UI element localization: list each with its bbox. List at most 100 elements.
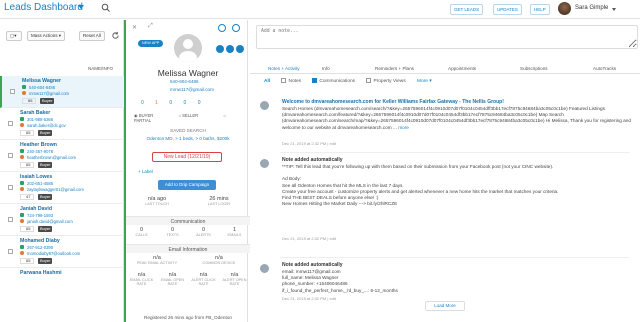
row-checkbox[interactable]: [10, 89, 15, 94]
lead-email[interactable]: sarah.baker@dc.gov: [27, 123, 66, 128]
avatar[interactable]: [558, 2, 571, 15]
filter-all[interactable]: All: [264, 79, 270, 84]
list-item: Welcome to dmvareahomesearch.com for Kel…: [256, 99, 636, 149]
stat-value[interactable]: 0: [169, 100, 172, 106]
filter-label: Communications: [319, 79, 356, 84]
communication-header: Communication: [126, 216, 250, 225]
phone-icon[interactable]: [226, 45, 234, 53]
tab-reminders[interactable]: Reminders + Plans: [375, 66, 414, 71]
chevron-down-icon[interactable]: [612, 8, 616, 11]
lead-phone[interactable]: 540-604-6486: [29, 85, 55, 90]
radio-seller[interactable]: ○ SELLER: [178, 113, 210, 118]
filter-communications[interactable]: Communications: [312, 78, 356, 84]
entry-meta[interactable]: Dec 21, 2019 at 2:32 PM | edit: [282, 296, 336, 301]
checkbox[interactable]: [312, 78, 318, 83]
lead-phone[interactable]: 301-988-5366: [27, 117, 53, 122]
edit-icon[interactable]: [216, 45, 224, 53]
checkbox[interactable]: [366, 78, 372, 83]
user-name[interactable]: Sara Gimple: [575, 5, 608, 11]
lead-status-dropdown[interactable]: New Lead (12/21/19): [152, 152, 222, 162]
email-icon[interactable]: [236, 45, 244, 53]
previous-lead-icon[interactable]: [218, 24, 226, 32]
saved-search-link[interactable]: Odenton MD, > 1 beds, > 0 baths, $200k: [126, 136, 250, 141]
emails-label: EMAILS: [227, 233, 242, 237]
lead-email[interactable]: mmw117@gmail.com: [170, 87, 214, 92]
entry-meta[interactable]: Dec 21, 2019 at 2:32 PM | edit: [282, 236, 336, 241]
add-label-link[interactable]: + Label: [138, 169, 153, 174]
filter-notes[interactable]: Notes: [281, 78, 301, 84]
lead-email[interactable]: janiah.david@gmail.com: [27, 219, 73, 224]
calls-label: CALLS: [135, 233, 148, 237]
select-all-dropdown[interactable]: ▢▾: [6, 31, 22, 41]
next-lead-icon[interactable]: [232, 24, 240, 32]
list-item[interactable]: Heather Brown 240-357-9078 heatherbrown@…: [0, 140, 124, 172]
tab-appointments[interactable]: Appointments: [448, 66, 476, 71]
stat-value[interactable]: 0: [198, 100, 201, 106]
column-header[interactable]: NAME/INFO: [0, 64, 124, 74]
search-icon[interactable]: [101, 3, 111, 13]
phone-icon: [22, 85, 26, 89]
more-link[interactable]: more: [398, 125, 409, 130]
filter-property-views[interactable]: Property Views: [366, 78, 406, 84]
row-checkbox[interactable]: [8, 185, 13, 190]
refresh-icon[interactable]: [111, 31, 120, 40]
add-note-input[interactable]: [256, 25, 638, 49]
lead-email[interactable]: momodiaby97@outlook.com: [27, 251, 80, 256]
lead-phone[interactable]: 240-357-9078: [27, 149, 53, 154]
load-more-button[interactable]: Load More: [425, 301, 465, 311]
entry-meta[interactable]: Dec 21, 2019 at 2:32 PM | edit: [282, 141, 336, 146]
close-icon[interactable]: ✕: [132, 24, 137, 31]
lead-name[interactable]: Melissa Wagner: [22, 78, 61, 84]
reset-all-button[interactable]: Reset All: [79, 31, 105, 41]
lead-score: 65: [20, 226, 34, 232]
lead-name[interactable]: Janiah David: [20, 206, 52, 212]
list-item[interactable]: Mohamed Diaby 267-912-0390 momodiaby97@o…: [0, 236, 124, 268]
chevron-down-icon[interactable]: [78, 5, 84, 9]
get-leads-button[interactable]: GET LEADS: [450, 4, 484, 15]
lead-phone[interactable]: 267-912-0390: [27, 245, 53, 250]
entry-title[interactable]: Welcome to dmvareahomesearch.com for Kel…: [282, 99, 504, 105]
more-filters-dropdown[interactable]: More ▾: [417, 79, 432, 84]
lead-phone[interactable]: 540-604-6486: [170, 79, 199, 84]
lead-email[interactable]: mmw117@gmail.com: [29, 91, 69, 96]
tab-autotracks[interactable]: AutoTracks: [593, 66, 616, 71]
list-item[interactable]: Isaiah Lowes 202-651-4585 zaytaylswagger…: [0, 172, 124, 204]
filter-label: More: [416, 79, 428, 84]
lead-name[interactable]: Heather Brown: [20, 142, 57, 148]
expand-icon[interactable]: ⤢: [148, 23, 153, 30]
stat-value[interactable]: 0: [141, 100, 144, 106]
updates-button[interactable]: UPDATES: [493, 4, 522, 15]
checkbox[interactable]: [281, 78, 287, 83]
add-to-drip-button[interactable]: Add to Drip Campaign: [158, 180, 216, 190]
stat-value[interactable]: 1: [155, 100, 158, 106]
row-checkbox[interactable]: [8, 121, 13, 126]
lead-email[interactable]: zaytaylswagger01@gmail.com: [27, 187, 84, 192]
email-icon: [20, 251, 24, 255]
list-item: Note added automatically **TIP: Tell thi…: [256, 157, 636, 257]
mass-actions-button[interactable]: Mass Actions ▾: [27, 31, 66, 41]
lead-name[interactable]: Parwana Hashmi: [20, 270, 62, 276]
help-button[interactable]: HELP: [530, 4, 550, 15]
list-item[interactable]: Melissa Wagner 540-604-6486 mmw117@gmail…: [0, 76, 124, 108]
lead-name[interactable]: Sarah Baker: [20, 110, 50, 116]
row-checkbox[interactable]: [8, 153, 13, 158]
lead-phone[interactable]: 202-651-4585: [27, 181, 53, 186]
tab-notes-activity[interactable]: Notes + Activity: [268, 66, 300, 71]
tab-subscriptions[interactable]: Subscriptions: [520, 66, 548, 71]
lead-name[interactable]: Mohamed Diaby: [20, 238, 60, 244]
tab-info[interactable]: Info: [322, 66, 330, 71]
list-item[interactable]: Janiah David 724-799-1593 janiah.david@g…: [0, 204, 124, 236]
list-item[interactable]: Parwana Hashmi: [0, 268, 124, 282]
lead-name[interactable]: Isaiah Lowes: [20, 174, 52, 180]
lead-list-pane: ▢▾ Mass Actions ▾ Reset All NAME/INFO Me…: [0, 20, 124, 322]
lead-phone[interactable]: 724-799-1593: [27, 213, 53, 218]
list-item[interactable]: Sarah Baker 301-988-5366 sarah.baker@dc.…: [0, 108, 124, 140]
row-checkbox[interactable]: [8, 217, 13, 222]
divider: [280, 257, 630, 258]
lead-profile-pane: ✕ ⤢ NEW APP Melissa Wagner 540-604-6486 …: [124, 20, 250, 322]
stat-value[interactable]: 0: [184, 100, 187, 106]
row-checkbox[interactable]: [8, 249, 13, 254]
name-info-header: NAME/INFO: [88, 66, 114, 71]
lead-email[interactable]: heatherbrown@gmail.com: [27, 155, 76, 160]
app-title[interactable]: Leads Dashboard: [4, 2, 83, 13]
